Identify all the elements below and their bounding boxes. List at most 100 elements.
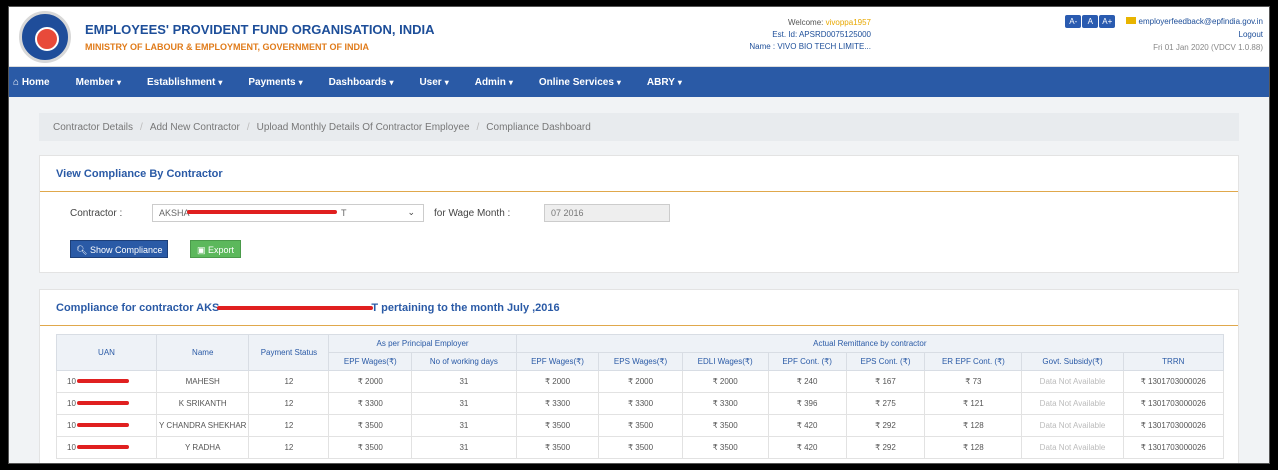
contractor-value-end: T (341, 208, 347, 218)
breadcrumb-compliance-dashboard: Compliance Dashboard (486, 121, 591, 133)
nav-admin[interactable]: Admin ▾ (475, 77, 513, 88)
table-row: 10 K SRIKANTH 12 ₹ 3300 31 ₹ 3300 ₹ 3300 ₹ 3300… (56, 392, 1225, 415)
org-title: EMPLOYEES' PROVIDENT FUND ORGANISATION, … (85, 22, 435, 37)
cell-p-days: 31 (411, 370, 517, 393)
chevron-down-icon: ⌄ (407, 207, 415, 217)
font-reset-button[interactable]: A (1082, 15, 1099, 28)
cell-a-eps: ₹ 3500 (598, 414, 683, 437)
welcome-user: vivoppa1957 (825, 18, 871, 27)
datetime: Fri 01 Jan 2020 (VDCV 1.0.88) (1153, 43, 1263, 52)
table-row: 10 MAHESH 12 ₹ 2000 31 ₹ 2000 ₹ 2000 ₹ 2000 ₹ 24… (56, 370, 1225, 393)
nav-member[interactable]: Member ▾ (76, 77, 121, 88)
export-icon: ▣ (197, 245, 209, 255)
col-uan: UAN (56, 334, 157, 371)
breadcrumb-contractor-details[interactable]: Contractor Details (53, 122, 133, 133)
redaction-mark (187, 210, 337, 214)
nav-payments[interactable]: Payments ▾ (248, 77, 302, 88)
contractor-value-start: AKSHA (159, 208, 190, 218)
breadcrumb: Contractor Details / Add New Contractor / … (39, 113, 1239, 141)
cell-name: Y RADHA (155, 436, 250, 459)
cell-a-eps: ₹ 2000 (598, 370, 683, 393)
group-principal-employer: As per Principal Employer (328, 334, 517, 353)
nav-establishment[interactable]: Establishment ▾ (147, 77, 222, 88)
nav-home[interactable]: ⌂ Home (13, 77, 50, 88)
cell-p-epf: ₹ 3300 (328, 392, 413, 415)
col-p-working-days: No of working days (411, 352, 517, 371)
panel-title: View Compliance By Contractor (40, 156, 1238, 192)
browser-frame: EMPLOYEES' PROVIDENT FUND ORGANISATION, … (8, 6, 1270, 464)
cell-a-epfc: ₹ 420 (767, 414, 847, 437)
cell-uan: 10 (56, 392, 157, 415)
cell-a-gov: Data Not Available (1021, 414, 1124, 437)
cell-a-er: ₹ 73 (924, 370, 1023, 393)
cell-a-edli: ₹ 3500 (681, 436, 769, 459)
cell-name: Y CHANDRA SHEKHAR (155, 414, 250, 437)
nav-dashboards[interactable]: Dashboards ▾ (329, 77, 394, 88)
cell-p-epf: ₹ 3500 (328, 414, 413, 437)
cell-a-epf: ₹ 3500 (515, 414, 600, 437)
col-a-er-epf-cont: ER EPF Cont. (₹) (924, 352, 1023, 371)
cell-uan: 10 (56, 370, 157, 393)
cell-a-epsc: ₹ 275 (845, 392, 926, 415)
establishment-name: Name : VIVO BIO TECH LIMITE... (749, 42, 871, 51)
header: EMPLOYEES' PROVIDENT FUND ORGANISATION, … (9, 7, 1269, 67)
cell-a-trrn: ₹ 1301703000026 (1122, 414, 1225, 437)
show-compliance-button[interactable]: 🔍︎ Show Compliance (70, 240, 169, 258)
cell-p-days: 31 (411, 392, 517, 415)
nav-online-services[interactable]: Online Services ▾ (539, 77, 621, 88)
cell-uan: 10 (56, 436, 157, 459)
main-navbar: ⌂ Home Member ▾ Establishment ▾ Payments ▾ … (9, 67, 1269, 97)
cell-a-trrn: ₹ 1301703000026 (1122, 370, 1225, 393)
redaction-mark (77, 401, 129, 405)
nav-abry[interactable]: ABRY ▾ (647, 77, 682, 88)
cell-status: 12 (248, 392, 330, 415)
redaction-mark (77, 423, 129, 427)
cell-p-epf: ₹ 3500 (328, 436, 413, 459)
cell-a-epfc: ₹ 240 (767, 370, 847, 393)
col-a-eps-wages: EPS Wages(₹) (598, 352, 683, 371)
home-icon: ⌂ (13, 76, 22, 88)
mail-icon (1125, 17, 1136, 24)
cell-a-er: ₹ 121 (924, 392, 1023, 415)
compliance-result-panel: Compliance for contractor AKS T pertainin… (39, 289, 1239, 463)
cell-a-eps: ₹ 3500 (598, 436, 683, 459)
welcome-label: Welcome: (787, 18, 824, 27)
contractor-select[interactable]: AKSHA T ⌄ (152, 204, 424, 222)
cell-name: K SRIKANTH (155, 392, 250, 415)
caret-down-icon: ▾ (298, 77, 303, 87)
cell-p-days: 31 (411, 414, 517, 437)
caret-down-icon: ▾ (218, 77, 223, 87)
logout-link[interactable]: Logout (1239, 30, 1263, 39)
compliance-table: UAN Name Payment Status As per Principal… (56, 334, 1225, 459)
col-p-epf-wages: EPF Wages(₹) (328, 352, 413, 371)
feedback-email-link[interactable]: employerfeedback@epfindia.gov.in (1139, 17, 1264, 26)
result-title-start: Compliance for contractor AKS (56, 302, 220, 314)
cell-a-gov: Data Not Available (1021, 436, 1124, 459)
breadcrumb-add-new-contractor[interactable]: Add New Contractor (150, 122, 240, 133)
cell-name: MAHESH (155, 370, 250, 393)
group-actual-remittance: Actual Remittance by contractor (515, 334, 1225, 353)
cell-a-er: ₹ 128 (924, 436, 1023, 459)
caret-down-icon: ▾ (444, 77, 449, 87)
cell-a-trrn: ₹ 1301703000026 (1122, 392, 1225, 415)
font-decrease-button[interactable]: A- (1065, 15, 1082, 28)
caret-down-icon: ▾ (116, 77, 121, 87)
panel-title: Compliance for contractor AKS T pertainin… (40, 290, 1238, 326)
contractor-label: Contractor : (70, 208, 123, 219)
cell-status: 12 (248, 436, 330, 459)
wage-month-input[interactable]: 07 2016 (544, 204, 670, 222)
cell-p-days: 31 (411, 436, 517, 459)
breadcrumb-upload-monthly-details[interactable]: Upload Monthly Details Of Contractor Emp… (257, 122, 470, 133)
font-increase-button[interactable]: A+ (1099, 15, 1116, 28)
nav-user[interactable]: User ▾ (419, 77, 448, 88)
cell-a-edli: ₹ 2000 (681, 370, 769, 393)
cell-a-epf: ₹ 3500 (515, 436, 600, 459)
org-subtitle: MINISTRY OF LABOUR & EMPLOYMENT, GOVERNM… (85, 42, 370, 52)
cell-a-epf: ₹ 2000 (515, 370, 600, 393)
export-button[interactable]: ▣ Export (190, 240, 242, 258)
search-icon: 🔍︎ (76, 245, 90, 255)
cell-a-epsc: ₹ 167 (845, 370, 926, 393)
epfo-logo (19, 11, 71, 63)
view-compliance-panel: View Compliance By Contractor Contractor… (39, 155, 1239, 273)
wage-month-label: for Wage Month : (434, 208, 511, 219)
